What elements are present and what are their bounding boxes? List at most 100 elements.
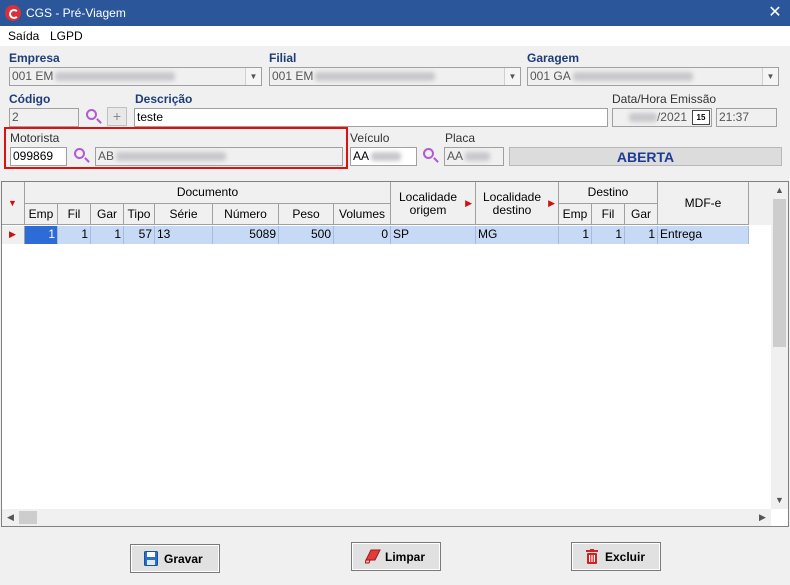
cell-peso[interactable]: 500 bbox=[279, 226, 334, 244]
gravar-button[interactable]: Gravar bbox=[130, 544, 220, 573]
emissao-time-field[interactable]: 21:37 bbox=[716, 108, 777, 127]
vertical-scroll-thumb[interactable] bbox=[773, 199, 786, 347]
horizontal-scrollbar[interactable]: ◀ ▶ bbox=[2, 509, 771, 526]
col-destino-emp[interactable]: Emp bbox=[559, 204, 592, 225]
redacted-text bbox=[628, 113, 657, 123]
descricao-field[interactable]: teste bbox=[134, 108, 608, 127]
codigo-search-button[interactable] bbox=[84, 108, 104, 128]
codigo-field[interactable]: 2 bbox=[9, 108, 79, 127]
chevron-down-icon[interactable]: ▼ bbox=[762, 68, 778, 85]
row-selector-header[interactable]: ▼ bbox=[2, 182, 25, 225]
col-localidade-origem[interactable]: Localidade origem ▶ bbox=[391, 182, 476, 225]
cell-origem[interactable]: SP bbox=[391, 226, 476, 244]
horizontal-scroll-thumb[interactable] bbox=[19, 511, 37, 524]
col-volumes[interactable]: Volumes bbox=[334, 204, 391, 225]
col-destino-fil[interactable]: Fil bbox=[592, 204, 625, 225]
row-selector[interactable]: ▶ bbox=[2, 226, 25, 244]
chevron-down-icon[interactable]: ▼ bbox=[504, 68, 520, 85]
col-tipo[interactable]: Tipo bbox=[124, 204, 155, 225]
trash-icon bbox=[586, 549, 598, 564]
codigo-label: Código bbox=[9, 92, 51, 106]
filial-value: 001 EM bbox=[272, 69, 314, 83]
col-serie[interactable]: Série bbox=[155, 204, 213, 225]
header-form: Empresa 001 EM ▼ Filial 001 EM ▼ Garagem… bbox=[0, 46, 790, 181]
limpar-button[interactable]: Limpar bbox=[351, 542, 441, 571]
emissao-date-value: /2021 bbox=[656, 110, 687, 124]
cell-mdfe[interactable]: Entrega bbox=[658, 226, 749, 244]
documents-grid: ▼ Documento Emp Fil Gar Tipo Série Númer… bbox=[1, 181, 789, 527]
filial-label: Filial bbox=[269, 51, 297, 65]
menu-bar: Saída LGPD bbox=[0, 26, 790, 46]
sort-arrow-icon: ▼ bbox=[8, 198, 17, 208]
placa-field: AA bbox=[444, 147, 504, 166]
motorista-label: Motorista bbox=[10, 131, 60, 145]
col-localidade-destino[interactable]: Localidade destino ▶ bbox=[476, 182, 559, 225]
app-logo-icon bbox=[5, 5, 21, 21]
scroll-up-icon[interactable]: ▲ bbox=[771, 182, 788, 199]
scroll-left-icon[interactable]: ◀ bbox=[2, 509, 19, 526]
col-mdfe[interactable]: MDF-e bbox=[658, 182, 749, 225]
redacted-text bbox=[55, 72, 176, 82]
calendar-icon[interactable]: 15 bbox=[692, 110, 710, 125]
table-row[interactable]: ▶ 1 1 1 57 13 5089 500 0 SP MG 1 1 1 Ent… bbox=[2, 226, 749, 244]
cell-numero[interactable]: 5089 bbox=[213, 226, 279, 244]
cell-gar[interactable]: 1 bbox=[91, 226, 124, 244]
empresa-select[interactable]: 001 EM ▼ bbox=[9, 67, 262, 86]
limpar-label: Limpar bbox=[385, 550, 426, 564]
title-bar: CGS - Pré-Viagem ✕ bbox=[0, 0, 790, 26]
excluir-button[interactable]: Excluir bbox=[571, 542, 661, 571]
menu-item-lgpd[interactable]: LGPD bbox=[50, 29, 83, 43]
col-peso[interactable]: Peso bbox=[279, 204, 334, 225]
scroll-right-icon[interactable]: ▶ bbox=[754, 509, 771, 526]
cell-emp[interactable]: 1 bbox=[25, 226, 58, 244]
motorista-search-button[interactable] bbox=[72, 147, 92, 167]
menu-item-saida[interactable]: Saída bbox=[8, 29, 39, 43]
garagem-value: 001 GA bbox=[530, 69, 571, 83]
motorista-name-field: AB bbox=[95, 147, 343, 166]
motorista-name-value: AB bbox=[98, 149, 115, 163]
search-icon bbox=[74, 148, 85, 159]
sort-arrow-icon: ▶ bbox=[465, 198, 472, 208]
redacted-text bbox=[371, 152, 402, 162]
veiculo-value: AA bbox=[353, 149, 370, 163]
search-icon bbox=[423, 148, 434, 159]
filial-select[interactable]: 001 EM ▼ bbox=[269, 67, 521, 86]
cell-destino[interactable]: MG bbox=[476, 226, 559, 244]
veiculo-search-button[interactable] bbox=[421, 147, 441, 167]
col-gar[interactable]: Gar bbox=[91, 204, 124, 225]
cell-fil[interactable]: 1 bbox=[58, 226, 91, 244]
current-row-icon: ▶ bbox=[9, 229, 16, 239]
close-icon[interactable]: ✕ bbox=[760, 0, 790, 26]
garagem-select[interactable]: 001 GA ▼ bbox=[527, 67, 779, 86]
cell-destino-gar[interactable]: 1 bbox=[625, 226, 658, 244]
plus-icon: + bbox=[112, 108, 122, 124]
col-destino-gar[interactable]: Gar bbox=[625, 204, 658, 225]
documento-group-header: Documento bbox=[25, 182, 391, 204]
localidade-origem-label: Localidade origem bbox=[398, 190, 458, 217]
motorista-code-field[interactable]: 099869 bbox=[10, 147, 67, 166]
add-button[interactable]: + bbox=[107, 107, 127, 126]
cell-serie[interactable]: 13 bbox=[155, 226, 213, 244]
empresa-label: Empresa bbox=[9, 51, 60, 65]
cell-destino-emp[interactable]: 1 bbox=[559, 226, 592, 244]
excluir-label: Excluir bbox=[605, 550, 646, 564]
col-numero[interactable]: Número bbox=[213, 204, 279, 225]
vertical-scrollbar[interactable]: ▲ ▼ bbox=[771, 182, 788, 509]
descricao-label: Descrição bbox=[135, 92, 193, 106]
status-badge: ABERTA bbox=[509, 147, 782, 166]
redacted-text bbox=[572, 72, 693, 82]
cell-tipo[interactable]: 57 bbox=[124, 226, 155, 244]
cell-destino-fil[interactable]: 1 bbox=[592, 226, 625, 244]
cell-volumes[interactable]: 0 bbox=[334, 226, 391, 244]
empresa-value: 001 EM bbox=[12, 69, 54, 83]
col-fil[interactable]: Fil bbox=[58, 204, 91, 225]
redacted-text bbox=[116, 152, 227, 162]
scroll-down-icon[interactable]: ▼ bbox=[771, 492, 788, 509]
sort-arrow-icon: ▶ bbox=[548, 198, 555, 208]
veiculo-field[interactable]: AA bbox=[350, 147, 417, 166]
emissao-label: Data/Hora Emissão bbox=[612, 92, 717, 106]
garagem-label: Garagem bbox=[527, 51, 580, 65]
col-emp[interactable]: Emp bbox=[25, 204, 58, 225]
chevron-down-icon[interactable]: ▼ bbox=[245, 68, 261, 85]
destino-group-header: Destino bbox=[559, 182, 658, 204]
